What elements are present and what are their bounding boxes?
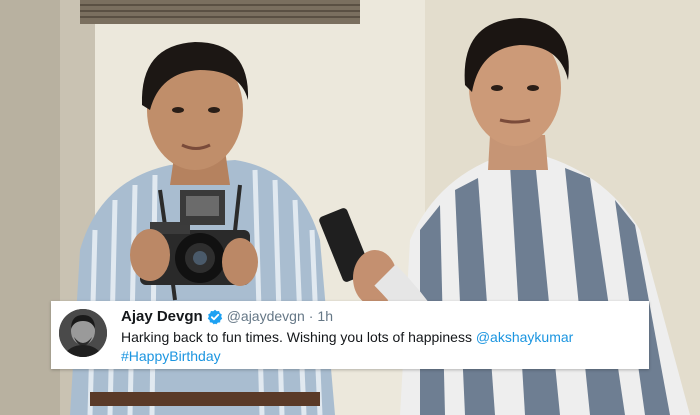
tweet-timestamp[interactable]: 1h	[317, 308, 333, 325]
news-image: Ajay Devgn @ajaydevgn · 1h Harking back …	[0, 0, 700, 415]
author-avatar[interactable]	[59, 309, 107, 357]
author-handle[interactable]: @ajaydevgn	[227, 308, 305, 325]
mention-link[interactable]: @akshaykumar	[476, 329, 573, 345]
verified-badge-icon	[207, 309, 223, 325]
tweet-message: Harking back to fun times. Wishing you l…	[121, 329, 472, 345]
tweet-header: Ajay Devgn @ajaydevgn · 1h	[121, 308, 639, 325]
hashtag-link[interactable]: #HappyBirthday	[121, 348, 221, 364]
embedded-tweet-card[interactable]: Ajay Devgn @ajaydevgn · 1h Harking back …	[51, 301, 649, 369]
tweet-body: Ajay Devgn @ajaydevgn · 1h Harking back …	[121, 308, 639, 366]
separator-dot: ·	[308, 308, 314, 324]
tweet-text: Harking back to fun times. Wishing you l…	[121, 328, 639, 366]
author-name[interactable]: Ajay Devgn	[121, 308, 203, 325]
avatar-image	[59, 309, 107, 357]
